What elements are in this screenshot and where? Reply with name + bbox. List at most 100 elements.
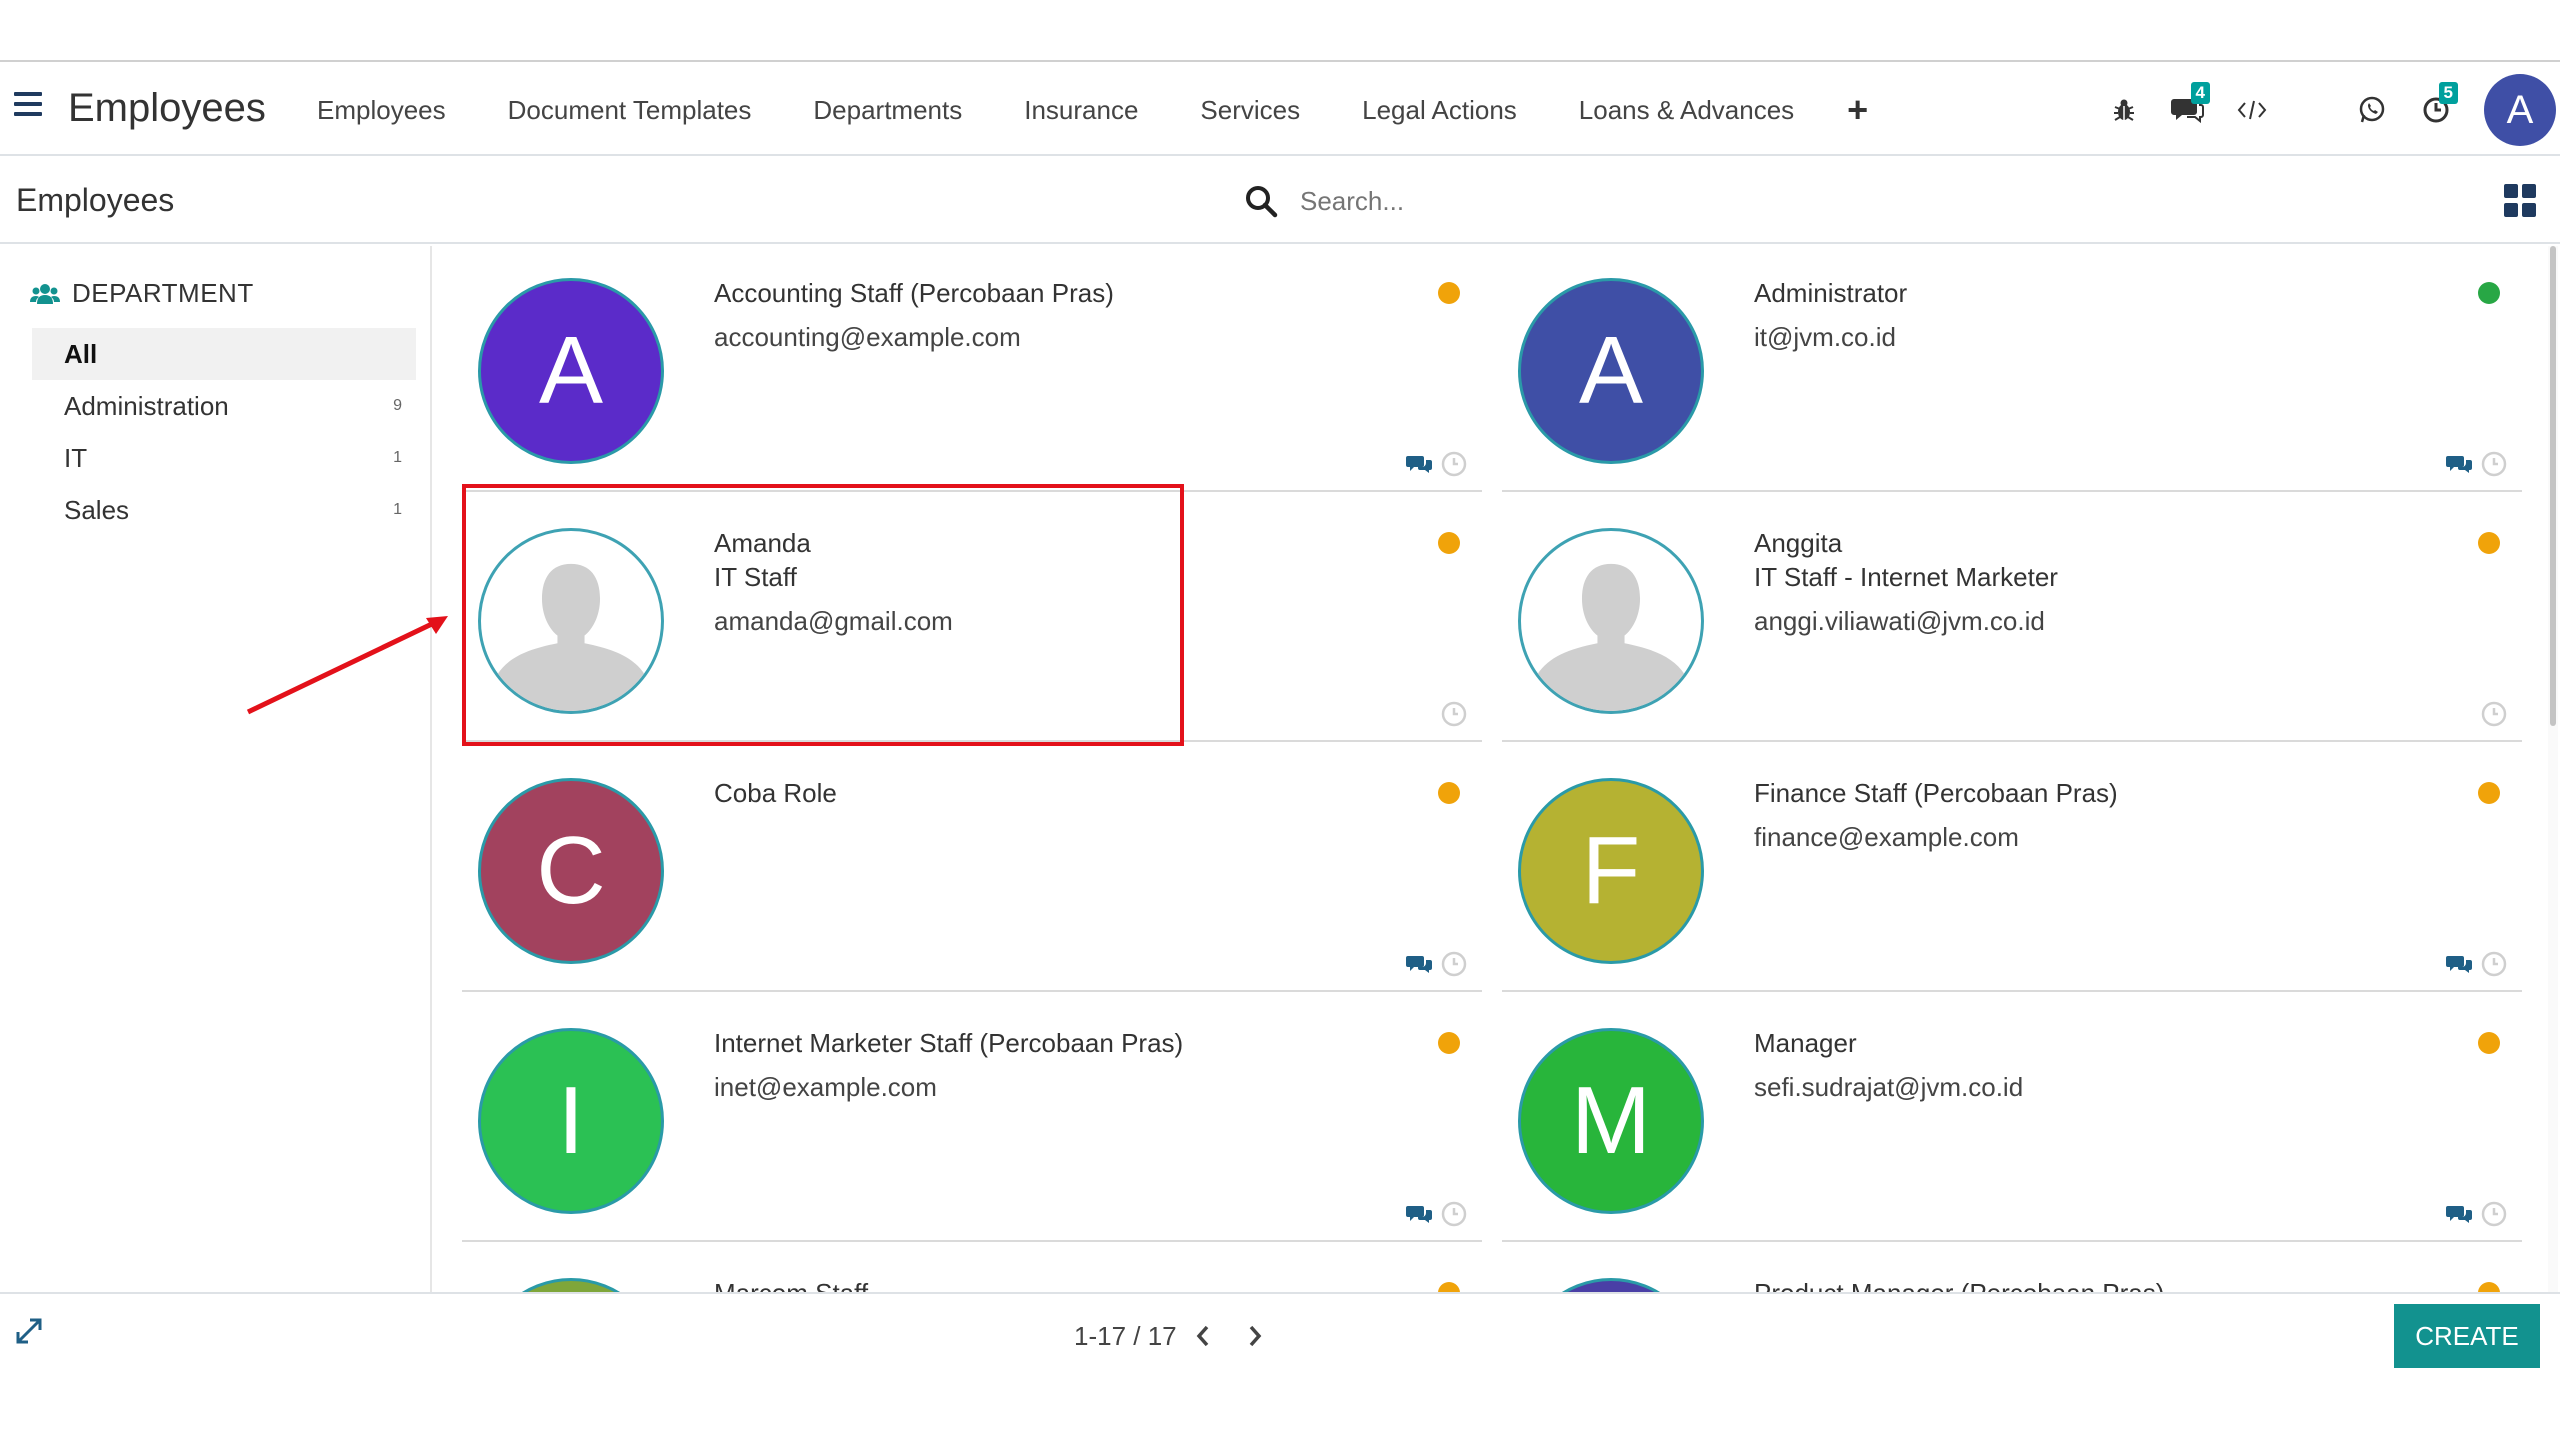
presence-status-icon [1438, 1032, 1460, 1054]
control-panel: Employees [0, 158, 2560, 244]
nav-item-employees[interactable]: Employees [286, 95, 477, 126]
activity-clock-icon[interactable] [2480, 1200, 2508, 1228]
sidebar-item-count: 1 [393, 501, 402, 518]
activity-clock-icon[interactable] [2480, 700, 2508, 728]
kanban-scrollbar[interactable] [2548, 246, 2558, 1292]
expand-icon[interactable] [14, 1316, 44, 1346]
sidebar-item-label: Sales [64, 494, 130, 525]
add-menu-plus-icon[interactable]: + [1825, 89, 1890, 131]
employee-card[interactable]: Amanda IT Staff amanda@gmail.com [462, 496, 1482, 742]
employee-card[interactable]: Product Manager (Percobaan Pras) [1502, 1246, 2522, 1292]
nav-item-loans-advances[interactable]: Loans & Advances [1548, 95, 1825, 126]
department-sidebar: DEPARTMENT All Administration 9 IT 1 Sal… [0, 246, 432, 1292]
activity-clock-icon[interactable] [1440, 450, 1468, 478]
hamburger-menu-icon[interactable] [14, 92, 44, 122]
messages-badge: 4 [2190, 82, 2210, 104]
chat-icon[interactable] [1406, 953, 1434, 975]
employee-avatar: A [1518, 278, 1704, 464]
employee-email: sefi.sudrajat@jvm.co.id [1754, 1072, 2024, 1102]
employee-info: Amanda IT Staff amanda@gmail.com [714, 526, 1414, 638]
card-footer [1406, 950, 1468, 978]
nav-item-departments[interactable]: Departments [782, 95, 993, 126]
sidebar-item-all[interactable]: All [32, 328, 416, 380]
employee-info: Anggita IT Staff - Internet Marketer ang… [1754, 526, 2454, 638]
chat-icon[interactable] [2446, 453, 2474, 475]
employee-avatar: F [1518, 778, 1704, 964]
messages-chat-icon[interactable]: 4 [2156, 78, 2220, 142]
search-input[interactable] [1300, 185, 1780, 217]
whatsapp-icon[interactable] [2340, 78, 2404, 142]
user-avatar[interactable]: A [2484, 74, 2556, 146]
card-footer [2446, 950, 2508, 978]
employee-name: Accounting Staff (Percobaan Pras) [714, 278, 1114, 308]
activity-clock-icon[interactable] [1440, 950, 1468, 978]
sidebar-item-count: 1 [393, 449, 402, 466]
activity-clock-icon[interactable]: 5 [2404, 78, 2468, 142]
employee-avatar [478, 1278, 664, 1292]
users-icon [30, 283, 60, 304]
nav-item-document-templates[interactable]: Document Templates [477, 95, 783, 126]
nav-item-insurance[interactable]: Insurance [993, 95, 1169, 126]
activity-clock-icon[interactable] [2480, 950, 2508, 978]
employee-avatar: I [478, 1028, 664, 1214]
presence-status-icon [1438, 282, 1460, 304]
employee-name: Coba Role [714, 778, 837, 808]
bottom-bar: 1-17 / 17 CREATE [0, 1292, 2560, 1374]
employee-name: Anggita [1754, 528, 1843, 558]
chat-icon[interactable] [2446, 1203, 2474, 1225]
department-header-label: DEPARTMENT [72, 278, 254, 308]
employee-avatar-placeholder [1518, 528, 1704, 714]
nav-item-legal-actions[interactable]: Legal Actions [1331, 95, 1548, 126]
activity-clock-icon[interactable] [1440, 1200, 1468, 1228]
employee-job-title: IT Staff [714, 562, 797, 592]
employee-card[interactable]: I Internet Marketer Staff (Percobaan Pra… [462, 996, 1482, 1242]
employee-card[interactable]: A Accounting Staff (Percobaan Pras) acco… [462, 246, 1482, 492]
presence-status-icon [1438, 782, 1460, 804]
employee-info: Accounting Staff (Percobaan Pras) accoun… [714, 276, 1414, 354]
chat-icon[interactable] [1406, 453, 1434, 475]
search-box [1244, 176, 1804, 226]
main-navbar: Employees Employees Document Templates D… [0, 64, 2560, 156]
employee-email: it@jvm.co.id [1754, 322, 1896, 352]
pager-next-button[interactable] [1229, 1316, 1281, 1356]
employee-info: Internet Marketer Staff (Percobaan Pras)… [714, 1026, 1414, 1104]
employee-name: Administrator [1754, 278, 1908, 308]
pager-value[interactable]: 1-17 / 17 [1074, 1321, 1177, 1352]
activity-clock-icon[interactable] [1440, 700, 1468, 728]
code-icon[interactable] [2220, 78, 2284, 142]
chevron-left-icon [1196, 1325, 1208, 1347]
sidebar-item-it[interactable]: IT 1 [32, 432, 416, 484]
employee-info: Finance Staff (Percobaan Pras) finance@e… [1754, 776, 2454, 854]
employee-card[interactable]: M Manager sefi.sudrajat@jvm.co.id [1502, 996, 2522, 1242]
sidebar-item-administration[interactable]: Administration 9 [32, 380, 416, 432]
app-name[interactable]: Employees [68, 86, 266, 131]
employee-card[interactable]: F Finance Staff (Percobaan Pras) finance… [1502, 746, 2522, 992]
employee-info: Marcom Staff [714, 1276, 1414, 1292]
page-bottom-area [0, 1374, 2560, 1440]
employee-card[interactable]: C Coba Role [462, 746, 1482, 992]
nav-item-services[interactable]: Services [1169, 95, 1331, 126]
bug-icon[interactable] [2092, 78, 2156, 142]
employee-name: Manager [1754, 1028, 1857, 1058]
chat-icon[interactable] [1406, 1203, 1434, 1225]
kanban-view-icon[interactable] [2504, 184, 2538, 218]
employee-email: anggi.viliawati@jvm.co.id [1754, 606, 2045, 636]
card-footer [1406, 1200, 1468, 1228]
employee-card[interactable]: Anggita IT Staff - Internet Marketer ang… [1502, 496, 2522, 742]
chat-icon[interactable] [2446, 953, 2474, 975]
employee-email: finance@example.com [1754, 822, 2019, 852]
sidebar-item-count: 9 [393, 397, 402, 414]
sidebar-item-sales[interactable]: Sales 1 [32, 484, 416, 536]
activity-clock-icon[interactable] [2480, 450, 2508, 478]
employee-info: Coba Role [714, 776, 1414, 810]
presence-status-icon [2478, 782, 2500, 804]
pager-previous-button[interactable] [1177, 1316, 1229, 1356]
employee-avatar: M [1518, 1028, 1704, 1214]
employee-card[interactable]: A Administrator it@jvm.co.id [1502, 246, 2522, 492]
create-button[interactable]: CREATE [2394, 1304, 2540, 1368]
department-header: DEPARTMENT [30, 278, 254, 309]
search-icon[interactable] [1244, 184, 1278, 218]
card-footer [2446, 1200, 2508, 1228]
employee-card[interactable]: Marcom Staff [462, 1246, 1482, 1292]
employee-avatar: A [478, 278, 664, 464]
